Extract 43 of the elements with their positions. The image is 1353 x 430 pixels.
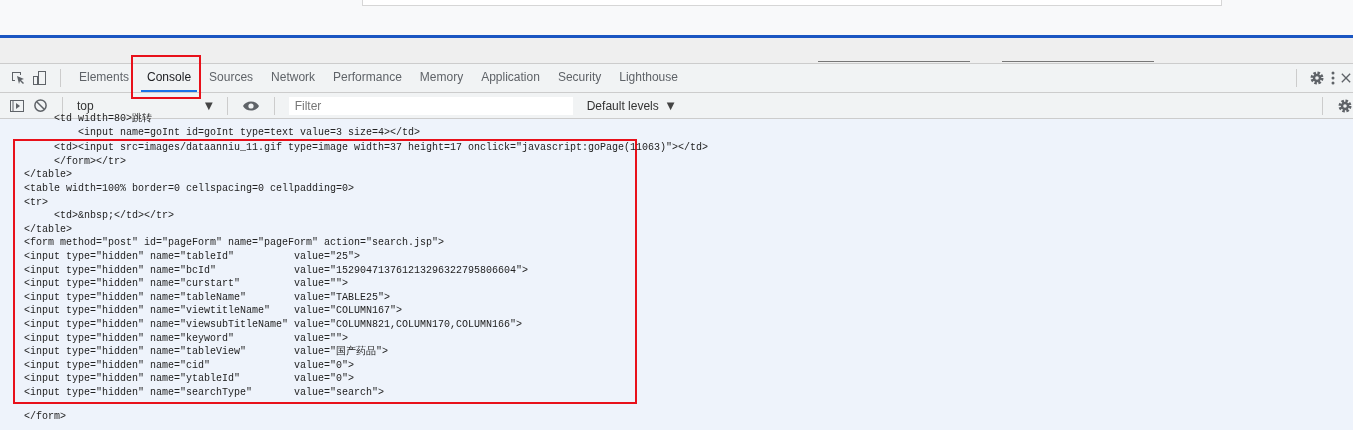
code-line: <input type="hidden" name="tableId" value="25"> [24,250,361,262]
code-line: <input type="hidden" name="keyword" value=""> [24,332,349,344]
settings-icon[interactable] [1309,70,1325,86]
inspect-icon[interactable] [10,70,26,86]
code-line: <input type="hidden" name="bcId" value="152904713761213296322795806604"> [24,264,529,276]
close-icon[interactable] [1341,72,1351,84]
caret-icon: ▼ [666,100,675,111]
code-line: <table width=100% border=0 cellspacing=0 cellpadding=0> [24,182,355,194]
code-line: <input type="hidden" name="viewtitleName" value="COLUMN167"> [24,305,403,317]
code-line: <input name=goInt id=goInt type=text value=3 size=4></td> [77,126,421,138]
code-line: <tr> [24,196,48,208]
code-line: <input type="hidden" name="cid" value="0"> [24,359,355,371]
code-line: <input type="hidden" name="curstart" value=""> [24,278,349,290]
code-line: <td width=80>跳转 [53,113,153,124]
panel-tab[interactable]: Network [265,64,322,92]
code-line: <input type="hidden" name="ytableId" value="0"> [24,373,355,385]
code-line: <input type="hidden" name="viewsubTitleName" value="COLUMN821,COLUMN170,COLUMN166"> [24,318,523,330]
more-options-icon[interactable] [1331,70,1335,86]
panel-tab[interactable]: Performance [327,64,408,92]
clear-console-icon[interactable] [33,98,48,113]
log-levels-dropdown[interactable]: Default levels [580,98,659,113]
panel-tab[interactable]: Elements [73,64,136,92]
code-line: <input type="hidden" name="tableView" value="国产药品"> [24,346,389,358]
code-line: </table> [24,223,72,235]
panel-tab[interactable]: Lighthouse [613,64,684,92]
caret-icon: ▼ [205,100,213,111]
filter-field[interactable]: Filter [288,96,573,115]
settings-icon[interactable] [1337,97,1353,114]
sidebar-toggle-icon[interactable] [9,97,25,114]
code-line: </form> [24,411,66,423]
device-icon[interactable] [32,70,48,86]
code-line: <input type="hidden" name="searchType" value="search"> [24,386,385,398]
panel-tab[interactable]: Application [475,64,546,92]
code-line: <td>&nbsp;</td></tr> [53,210,175,222]
code-line: </form></tr> [53,155,127,167]
eye-icon[interactable] [241,99,260,112]
panel-tab[interactable]: Sources [203,64,260,92]
code-line: <input type="hidden" name="tableName" value="TABLE25"> [24,291,391,303]
code-line: </table> [24,169,72,181]
panel-tab[interactable]: Security [551,64,608,92]
code-line: <form method="post" id="pageForm" name="pageForm" action="search.jsp"> [24,237,445,249]
context-select[interactable]: top [77,98,197,113]
panel-tab[interactable]: Memory [413,64,470,92]
